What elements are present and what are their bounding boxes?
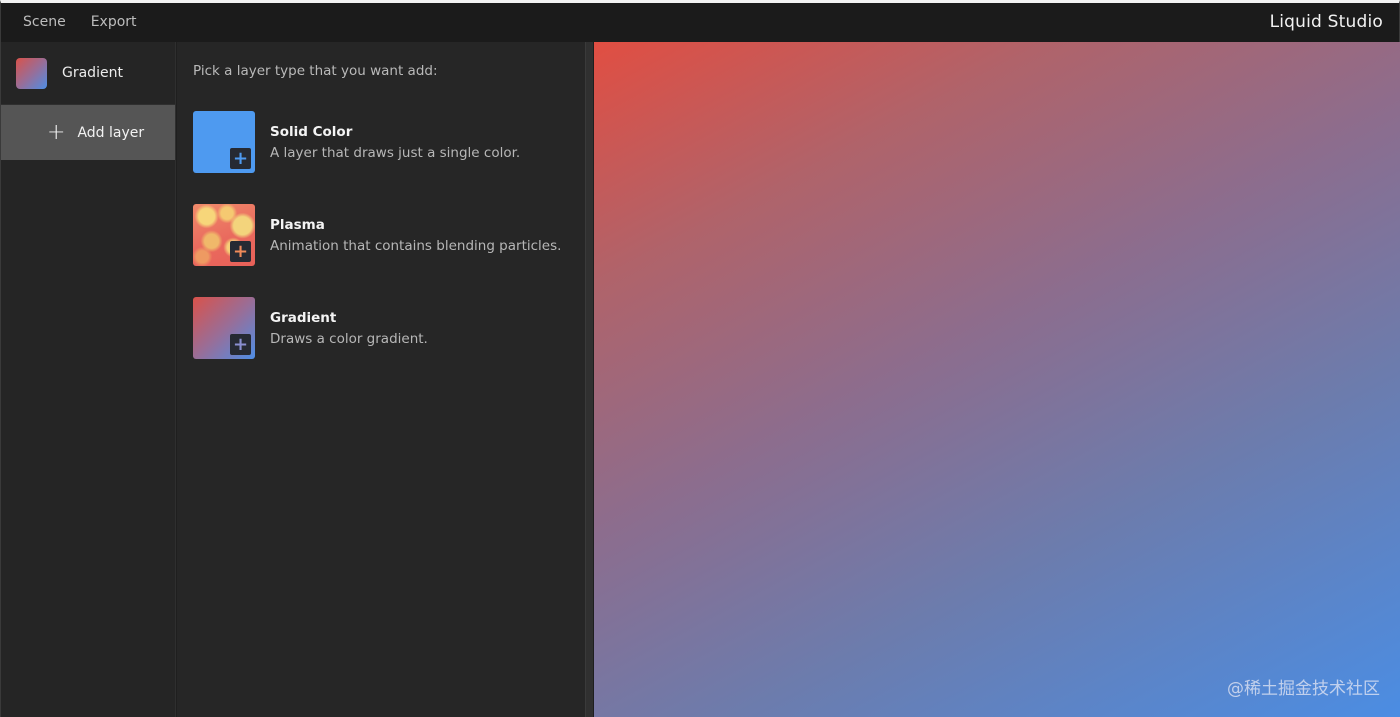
plus-icon: + (47, 119, 66, 145)
option-plasma[interactable]: + Plasma Animation that contains blendin… (193, 204, 573, 268)
layer-item-gradient[interactable]: Gradient (1, 42, 175, 105)
picker-prompt: Pick a layer type that you want add: (193, 63, 438, 79)
layer-type-picker: Pick a layer type that you want add: + S… (177, 42, 585, 717)
option-description: A layer that draws just a single color. (270, 145, 521, 161)
layers-panel: Gradient + Add layer (1, 42, 176, 717)
preview-canvas: @稀土掘金技术社区 (594, 42, 1400, 717)
gradient-thumbnail-icon (16, 57, 47, 89)
option-description: Animation that contains blending particl… (270, 238, 562, 254)
option-solid-color[interactable]: + Solid Color A layer that draws just a … (193, 111, 573, 175)
add-layer-label: Add layer (77, 124, 145, 141)
plasma-thumbnail-icon: + (193, 204, 255, 266)
add-layer-button[interactable]: + Add layer (1, 105, 175, 160)
panel-resize-handle[interactable] (585, 42, 594, 717)
option-gradient[interactable]: + Gradient Draws a color gradient. (193, 297, 573, 361)
app-title: Liquid Studio (1269, 12, 1383, 32)
solid-color-thumbnail-icon: + (193, 111, 255, 173)
watermark: @稀土掘金技术社区 (1227, 679, 1380, 699)
option-description: Draws a color gradient. (270, 331, 428, 347)
gradient-thumbnail-icon: + (193, 297, 255, 359)
menu-bar: Scene Export Liquid Studio (1, 3, 1399, 42)
layer-name: Gradient (62, 65, 123, 81)
plus-icon: + (230, 148, 251, 169)
option-name: Gradient (270, 310, 337, 326)
plus-icon: + (230, 334, 251, 355)
app-window: Scene Export Liquid Studio Gradient + Ad… (0, 0, 1400, 717)
menu-scene[interactable]: Scene (23, 3, 66, 42)
option-name: Solid Color (270, 124, 353, 140)
plus-icon: + (230, 241, 251, 262)
menu-export[interactable]: Export (91, 3, 137, 42)
option-name: Plasma (270, 217, 325, 233)
